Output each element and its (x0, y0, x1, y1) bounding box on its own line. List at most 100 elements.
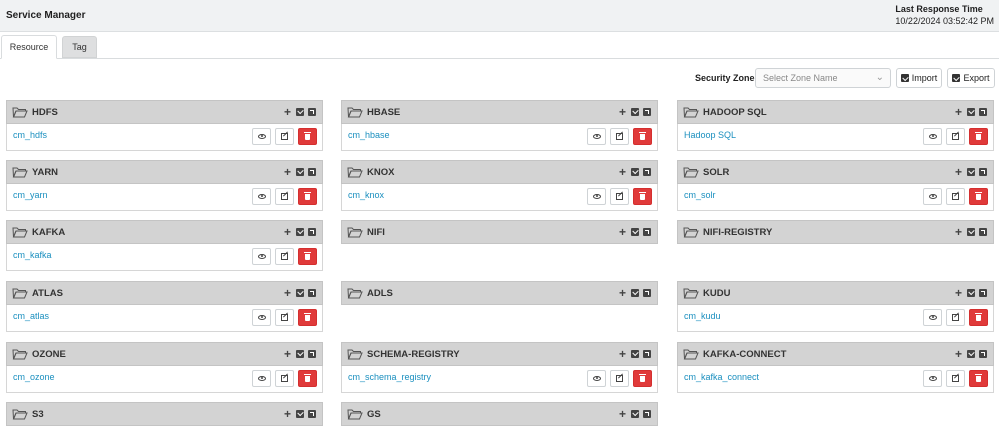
external-square-icon[interactable] (979, 168, 987, 176)
edit-button[interactable] (275, 309, 294, 326)
plus-icon[interactable]: + (618, 166, 627, 178)
check-square-icon[interactable] (967, 289, 975, 297)
check-square-icon[interactable] (631, 168, 639, 176)
view-button[interactable] (923, 370, 942, 387)
edit-button[interactable] (610, 188, 629, 205)
plus-icon[interactable]: + (618, 287, 627, 299)
edit-button[interactable] (275, 248, 294, 265)
service-instance-link[interactable]: Hadoop SQL (684, 130, 736, 140)
view-button[interactable] (252, 188, 271, 205)
external-square-icon[interactable] (979, 289, 987, 297)
plus-icon[interactable]: + (618, 106, 627, 118)
plus-icon[interactable]: + (618, 226, 627, 238)
service-instance-link[interactable]: cm_kafka_connect (684, 372, 759, 382)
tab-resource[interactable]: Resource (1, 35, 57, 59)
plus-icon[interactable]: + (618, 408, 627, 420)
delete-button[interactable] (633, 188, 652, 205)
plus-icon[interactable]: + (954, 287, 963, 299)
edit-button[interactable] (946, 309, 965, 326)
check-square-icon[interactable] (631, 228, 639, 236)
view-button[interactable] (252, 370, 271, 387)
check-square-icon[interactable] (296, 410, 304, 418)
external-square-icon[interactable] (643, 289, 651, 297)
service-instance-link[interactable]: cm_kudu (684, 311, 721, 321)
delete-button[interactable] (969, 370, 988, 387)
external-square-icon[interactable] (643, 168, 651, 176)
service-instance-link[interactable]: cm_hdfs (13, 130, 47, 140)
view-button[interactable] (923, 128, 942, 145)
plus-icon[interactable]: + (954, 226, 963, 238)
check-square-icon[interactable] (967, 228, 975, 236)
external-square-icon[interactable] (308, 410, 316, 418)
delete-button[interactable] (969, 128, 988, 145)
external-square-icon[interactable] (308, 108, 316, 116)
view-button[interactable] (587, 188, 606, 205)
plus-icon[interactable]: + (954, 106, 963, 118)
external-square-icon[interactable] (308, 228, 316, 236)
plus-icon[interactable]: + (283, 106, 292, 118)
delete-button[interactable] (969, 188, 988, 205)
plus-icon[interactable]: + (283, 166, 292, 178)
edit-button[interactable] (946, 128, 965, 145)
check-square-icon[interactable] (296, 289, 304, 297)
check-square-icon[interactable] (967, 108, 975, 116)
service-instance-link[interactable]: cm_knox (348, 190, 384, 200)
external-square-icon[interactable] (643, 350, 651, 358)
check-square-icon[interactable] (296, 350, 304, 358)
external-square-icon[interactable] (643, 410, 651, 418)
check-square-icon[interactable] (296, 168, 304, 176)
export-button[interactable]: Export (947, 68, 995, 88)
edit-button[interactable] (275, 370, 294, 387)
check-square-icon[interactable] (631, 350, 639, 358)
check-square-icon[interactable] (296, 108, 304, 116)
view-button[interactable] (587, 128, 606, 145)
edit-button[interactable] (275, 188, 294, 205)
check-square-icon[interactable] (631, 289, 639, 297)
delete-button[interactable] (969, 309, 988, 326)
external-square-icon[interactable] (979, 228, 987, 236)
service-instance-link[interactable]: cm_schema_registry (348, 372, 431, 382)
external-square-icon[interactable] (643, 108, 651, 116)
external-square-icon[interactable] (308, 350, 316, 358)
tab-tag[interactable]: Tag (62, 36, 97, 58)
plus-icon[interactable]: + (283, 226, 292, 238)
plus-icon[interactable]: + (283, 408, 292, 420)
edit-button[interactable] (610, 128, 629, 145)
view-button[interactable] (923, 309, 942, 326)
plus-icon[interactable]: + (618, 348, 627, 360)
delete-button[interactable] (298, 309, 317, 326)
view-button[interactable] (252, 248, 271, 265)
edit-button[interactable] (946, 370, 965, 387)
delete-button[interactable] (298, 128, 317, 145)
delete-button[interactable] (298, 188, 317, 205)
external-square-icon[interactable] (979, 350, 987, 358)
external-square-icon[interactable] (308, 289, 316, 297)
check-square-icon[interactable] (296, 228, 304, 236)
service-instance-link[interactable]: cm_solr (684, 190, 716, 200)
service-instance-link[interactable]: cm_atlas (13, 311, 49, 321)
plus-icon[interactable]: + (954, 166, 963, 178)
delete-button[interactable] (633, 128, 652, 145)
plus-icon[interactable]: + (283, 348, 292, 360)
check-square-icon[interactable] (967, 168, 975, 176)
view-button[interactable] (252, 128, 271, 145)
import-button[interactable]: Import (896, 68, 942, 88)
service-instance-link[interactable]: cm_yarn (13, 190, 48, 200)
external-square-icon[interactable] (979, 108, 987, 116)
view-button[interactable] (923, 188, 942, 205)
delete-button[interactable] (633, 370, 652, 387)
service-instance-link[interactable]: cm_ozone (13, 372, 55, 382)
check-square-icon[interactable] (967, 350, 975, 358)
view-button[interactable] (587, 370, 606, 387)
service-instance-link[interactable]: cm_kafka (13, 250, 52, 260)
delete-button[interactable] (298, 248, 317, 265)
plus-icon[interactable]: + (954, 348, 963, 360)
delete-button[interactable] (298, 370, 317, 387)
check-square-icon[interactable] (631, 108, 639, 116)
edit-button[interactable] (946, 188, 965, 205)
external-square-icon[interactable] (643, 228, 651, 236)
check-square-icon[interactable] (631, 410, 639, 418)
edit-button[interactable] (275, 128, 294, 145)
view-button[interactable] (252, 309, 271, 326)
external-square-icon[interactable] (308, 168, 316, 176)
